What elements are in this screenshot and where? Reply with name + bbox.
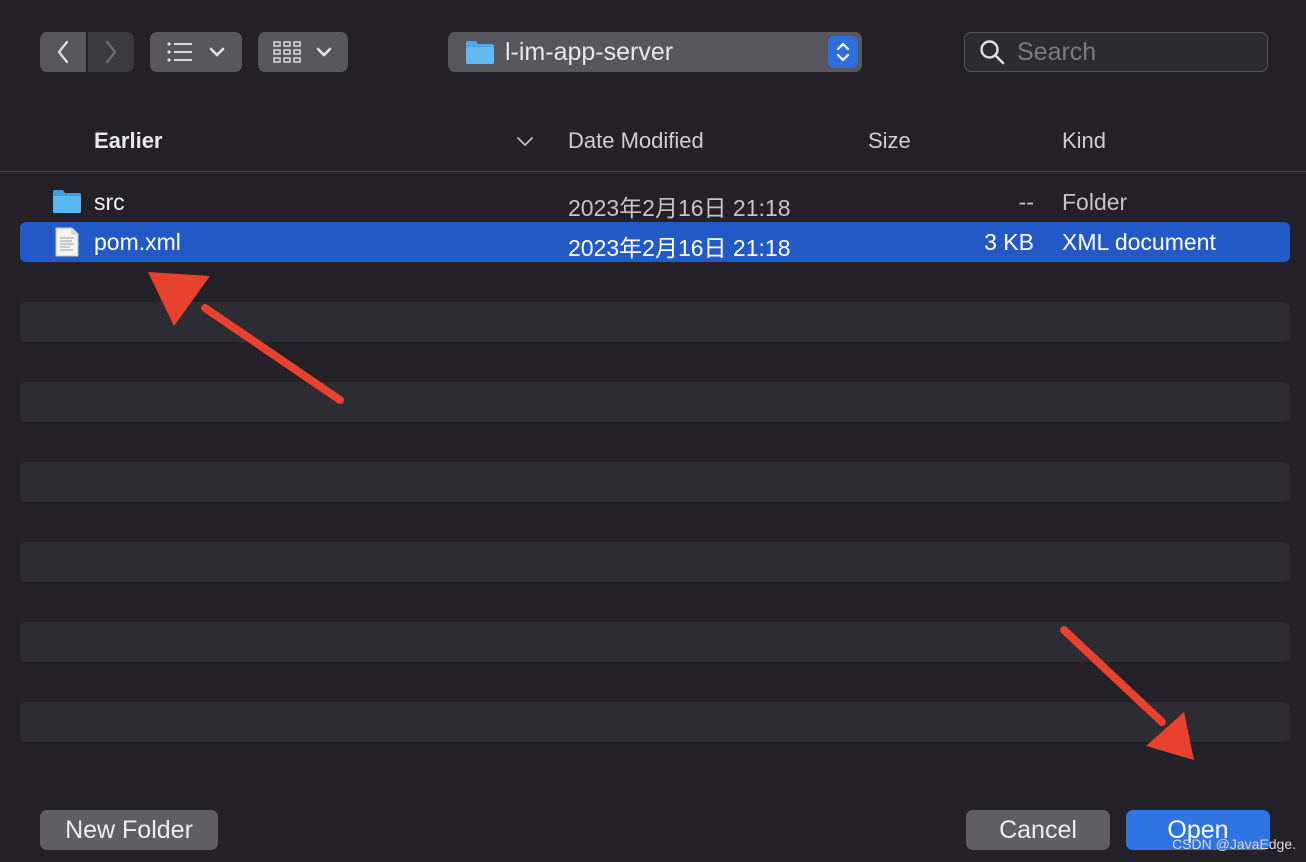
document-icon (55, 227, 79, 257)
empty-row (20, 542, 1290, 582)
folder-icon (53, 190, 81, 213)
column-header: Earlier Date Modified Size Kind (0, 110, 1306, 172)
path-stepper[interactable] (828, 36, 858, 68)
grid-icon (273, 41, 301, 63)
search-input[interactable]: Search (1017, 38, 1096, 67)
folder-icon (466, 41, 494, 64)
cancel-button[interactable]: Cancel (966, 810, 1110, 850)
empty-row (20, 302, 1290, 342)
file-name: src (94, 189, 125, 215)
file-kind: XML document (1062, 229, 1216, 255)
column-date-header[interactable]: Date Modified (568, 128, 704, 154)
column-name-header[interactable]: Earlier (94, 128, 163, 154)
search-field[interactable]: Search (964, 32, 1268, 72)
watermark: CSDN @JavaEdge. (1172, 836, 1296, 852)
search-icon (980, 40, 1005, 65)
column-kind-header[interactable]: Kind (1062, 128, 1106, 154)
grid-view-button[interactable] (258, 32, 348, 72)
chevron-left-icon (57, 40, 69, 64)
empty-row (20, 702, 1290, 742)
column-size-header[interactable]: Size (868, 128, 911, 154)
empty-row (20, 622, 1290, 662)
empty-row (20, 382, 1290, 422)
file-date: 2023年2月16日 21:18 (568, 235, 791, 261)
path-label: l-im-app-server (505, 37, 674, 66)
new-folder-button[interactable]: New Folder (40, 810, 218, 850)
file-size: 3 KB (984, 229, 1034, 255)
list-view-button[interactable] (150, 32, 242, 72)
file-date: 2023年2月16日 21:18 (568, 195, 791, 221)
up-down-chevron-icon (836, 42, 850, 62)
file-row-pom[interactable]: pom.xml 2023年2月16日 21:18 3 KB XML docume… (20, 222, 1290, 262)
file-name: pom.xml (94, 229, 181, 255)
list-icon (167, 42, 192, 62)
file-row-src[interactable]: src 2023年2月16日 21:18 -- Folder (20, 182, 1290, 222)
empty-row (20, 462, 1290, 502)
chevron-right-icon (105, 40, 117, 64)
file-size: -- (1018, 189, 1034, 215)
forward-button[interactable] (88, 32, 134, 72)
path-popup[interactable]: l-im-app-server (448, 32, 862, 72)
chevron-down-icon (316, 47, 332, 57)
back-button[interactable] (40, 32, 86, 72)
chevron-down-icon (209, 47, 225, 57)
file-kind: Folder (1062, 189, 1128, 215)
sort-chevron-icon[interactable] (516, 134, 534, 148)
